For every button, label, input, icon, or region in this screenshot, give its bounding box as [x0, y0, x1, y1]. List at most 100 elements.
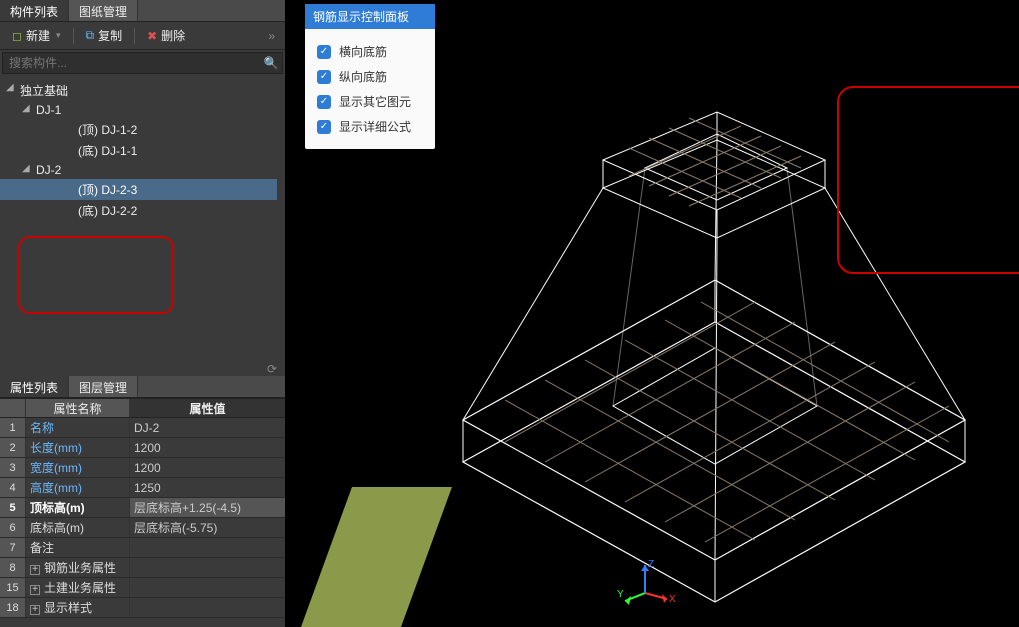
property-name-cell: +钢筋业务属性 [26, 558, 130, 577]
axis-y-label: Y [617, 589, 624, 600]
separator [134, 28, 135, 44]
row-number: 5 [0, 498, 26, 517]
component-toolbar: ◻ 新建 ▾ ⧉ 复制 ✖ 删除 » [0, 22, 285, 50]
rebar-panel-title: 钢筋显示控制面板 [305, 4, 435, 29]
property-value[interactable]: 层底标高+1.25(-4.5) [130, 498, 285, 517]
copy-button[interactable]: ⧉ 复制 [80, 25, 129, 46]
row-number: 4 [0, 478, 26, 497]
property-name-cell: 宽度(mm) [26, 458, 130, 477]
refresh-icon[interactable]: ⟳ [0, 362, 285, 376]
tree-root-independent-foundation[interactable]: ◢ 独立基础 [0, 80, 285, 101]
tree-node-dj1-bottom[interactable]: (底) DJ-1-1 [0, 140, 285, 161]
property-name: 土建业务属性 [44, 581, 116, 595]
search-bar: 🔍 [2, 52, 283, 74]
property-value[interactable]: 1250 [130, 478, 285, 497]
row-number: 6 [0, 518, 26, 537]
toolbar-overflow[interactable]: » [264, 29, 279, 43]
property-value[interactable] [130, 578, 285, 597]
property-name-cell: 底标高(m) [26, 518, 130, 537]
row-number: 8 [0, 558, 26, 577]
property-name-cell: 备注 [26, 538, 130, 557]
delete-button[interactable]: ✖ 删除 [141, 25, 191, 46]
rebar-display-panel: 钢筋显示控制面板 ✓ 横向底筋 ✓ 纵向底筋 ✓ 显示其它图元 ✓显示详细公式 [305, 4, 435, 149]
checkbox-label: 横向底筋 [339, 43, 387, 60]
checkbox-label: 纵向底筋 [339, 68, 387, 85]
row-number: 2 [0, 438, 26, 457]
tab-layer-management[interactable]: 图层管理 [69, 376, 138, 397]
property-value[interactable] [130, 558, 285, 577]
property-row[interactable]: 3 宽度(mm) 1200 [0, 458, 285, 478]
top-tab-bar: 构件列表 图纸管理 [0, 0, 285, 22]
checkbox-label: 显示详细公式 [339, 118, 411, 135]
axis-x-label: X [669, 594, 675, 605]
checkbox-row[interactable]: ✓ 横向底筋 [317, 39, 423, 64]
property-row[interactable]: 18 + 显示样式 [0, 598, 285, 618]
expand-icon[interactable]: + [30, 605, 40, 615]
property-value[interactable]: 层底标高(-5.75) [130, 518, 285, 537]
axis-gizmo: X Y Z [615, 555, 675, 615]
new-button[interactable]: ◻ 新建 ▾ [6, 25, 67, 46]
checkbox-checked-icon: ✓ [317, 95, 331, 109]
expand-icon[interactable]: + [30, 565, 40, 575]
collapse-icon: ◢ [22, 163, 30, 174]
property-value[interactable] [130, 538, 285, 557]
property-row[interactable]: 1 名称 DJ-2 [0, 418, 285, 438]
property-value[interactable]: 1200 [130, 458, 285, 477]
property-name-cell: 长度(mm) [26, 438, 130, 457]
row-number: 3 [0, 458, 26, 477]
property-table: 1名称DJ-22长度(mm)12003宽度(mm)12004高度(mm)1250… [0, 418, 285, 627]
tree-node-dj2-top[interactable]: (顶) DJ-2-3 [0, 179, 277, 200]
tree-label: 独立基础 [20, 84, 68, 98]
collapse-icon: ◢ [6, 82, 14, 93]
checkbox-checked-icon: ✓ [317, 45, 331, 59]
property-name-cell: 顶标高(m) [26, 498, 130, 517]
delete-icon: ✖ [147, 29, 157, 43]
property-row[interactable]: 6底标高(m)层底标高(-5.75) [0, 518, 285, 538]
row-number: 18 [0, 598, 26, 617]
search-icon[interactable]: 🔍 [260, 56, 282, 70]
checkbox-label: 显示其它图元 [339, 93, 411, 110]
new-icon: ◻ [12, 29, 22, 43]
property-name: 显示样式 [44, 601, 92, 615]
tab-component-list[interactable]: 构件列表 [0, 0, 69, 21]
highlight-annotation-tree [18, 236, 174, 314]
header-property-name: 属性名称 [26, 399, 130, 417]
property-name-cell: 名称 [26, 418, 130, 437]
copy-icon: ⧉ [86, 28, 95, 43]
property-row[interactable]: 8+钢筋业务属性 [0, 558, 285, 578]
property-row[interactable]: 15 + 土建业务属性 [0, 578, 285, 598]
search-input[interactable] [3, 56, 260, 70]
checkbox-row[interactable]: ✓ 显示其它图元 [317, 89, 423, 114]
checkbox-row[interactable]: ✓ 纵向底筋 [317, 64, 423, 89]
copy-label: 复制 [98, 27, 122, 44]
property-row[interactable]: 2 长度(mm) 1200 [0, 438, 285, 458]
property-value[interactable]: DJ-2 [130, 418, 285, 437]
property-row[interactable]: 7备注 [0, 538, 285, 558]
property-value[interactable] [130, 598, 285, 617]
bottom-tab-bar: 属性列表 图层管理 [0, 376, 285, 398]
tree-node-dj1[interactable]: ◢DJ-1 [0, 101, 285, 119]
property-panel: ⟳ 属性列表 图层管理 属性名称 属性值 1名称DJ-22长度(mm)12003… [0, 362, 285, 627]
property-name-cell: 高度(mm) [26, 478, 130, 497]
property-row[interactable]: 5顶标高(m)层底标高+1.25(-4.5) [0, 498, 285, 518]
expand-icon[interactable]: + [30, 585, 40, 595]
property-row[interactable]: 4高度(mm)1250 [0, 478, 285, 498]
property-name-cell: + 显示样式 [26, 598, 130, 617]
property-name: 名称 [30, 421, 54, 435]
property-name: 长度(mm) [30, 441, 82, 455]
checkbox-row[interactable]: ✓显示详细公式 [317, 114, 423, 139]
property-value[interactable]: 1200 [130, 438, 285, 457]
property-name: 备注 [30, 541, 54, 555]
axis-z-label: Z [648, 559, 654, 570]
tree-node-dj1-top[interactable]: (顶) DJ-1-2 [0, 119, 285, 140]
tab-drawing-management[interactable]: 图纸管理 [69, 0, 138, 21]
row-number: 1 [0, 418, 26, 437]
tree-label: DJ-1 [36, 103, 61, 117]
tab-property-list[interactable]: 属性列表 [0, 376, 69, 397]
tree-node-dj2[interactable]: ◢DJ-2 [0, 161, 285, 179]
tree-node-dj2-bottom[interactable]: (底) DJ-2-2 [0, 200, 285, 221]
header-property-value: 属性值 [130, 399, 285, 417]
row-number: 15 [0, 578, 26, 597]
property-name: 宽度(mm) [30, 461, 82, 475]
checkbox-checked-icon: ✓ [317, 70, 331, 84]
